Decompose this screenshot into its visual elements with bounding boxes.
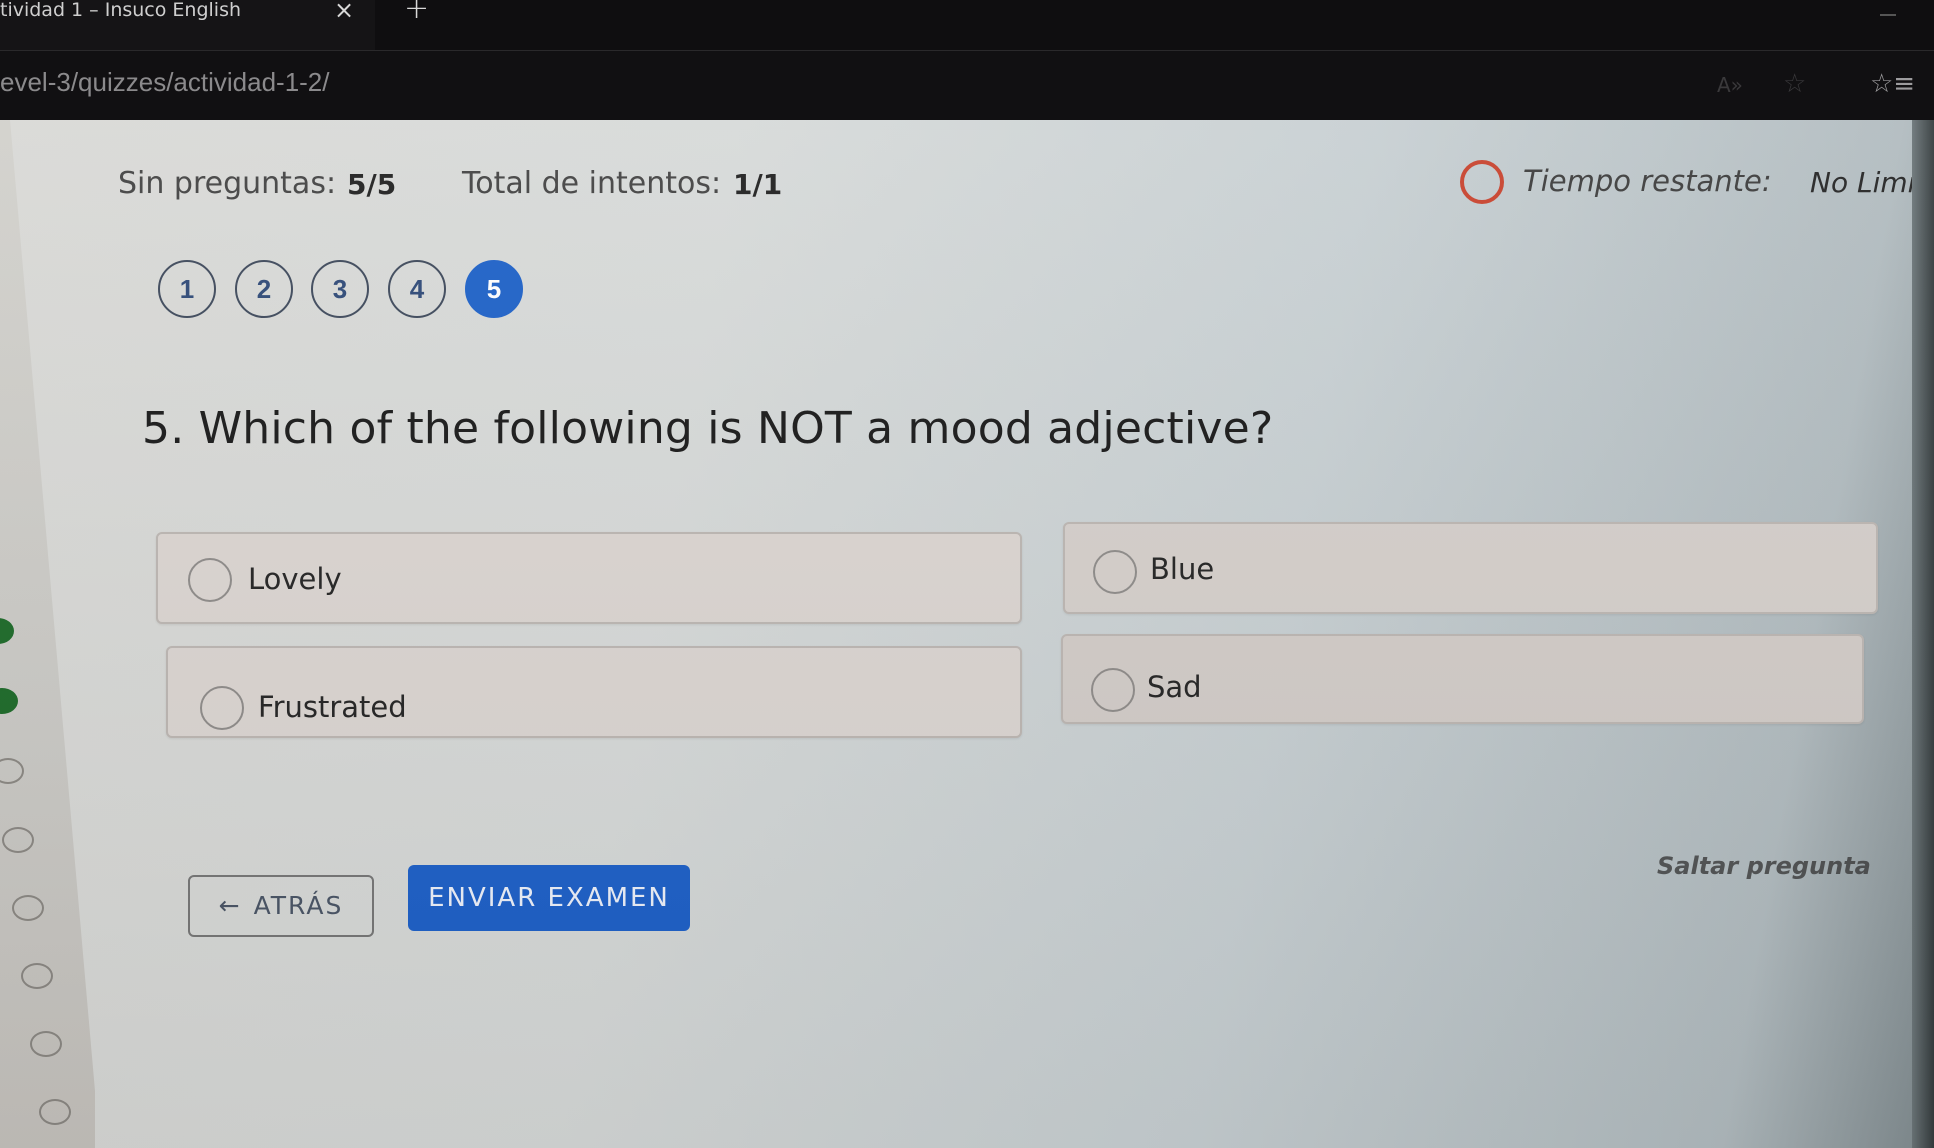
timer-label: Tiempo restante: [1523,164,1772,198]
sidebar-item-pending[interactable] [12,895,44,921]
answer-label: Lovely [248,562,342,596]
back-button[interactable]: ← ATRÁS [188,875,374,937]
tab-title: tividad 1 – Insuco English [0,0,242,21]
timer-icon [1460,160,1504,204]
question-nav-5[interactable]: 5 [465,260,523,318]
new-tab-icon[interactable]: + [404,0,429,24]
browser-tab[interactable]: tividad 1 – Insuco English × [0,0,375,50]
back-button-label: ATRÁS [253,891,344,920]
radio-button[interactable] [1093,550,1137,594]
question-nav-4[interactable]: 4 [388,260,446,318]
questions-value: 5/5 [347,168,397,201]
sidebar-item-completed[interactable] [0,618,14,644]
quiz-page: Sin preguntas: 5/5 Total de intentos: 1/… [0,120,1934,1148]
attempts-label: Total de intentos: [462,166,722,201]
radio-button[interactable] [1091,668,1135,712]
address-bar: evel-3/quizzes/actividad-1-2/ A» ☆ ☆≡ [0,50,1934,120]
lesson-sidebar [0,120,95,1148]
answer-label: Frustrated [258,690,407,724]
answer-option-lovely[interactable]: Lovely [156,532,1022,624]
submit-exam-button[interactable]: ENVIAR EXAMEN [408,865,690,931]
favorites-list-icon[interactable]: ☆≡ [1870,69,1915,99]
read-aloud-icon[interactable]: A» [1717,73,1743,97]
sidebar-item-completed[interactable] [0,688,18,714]
question-nav-3[interactable]: 3 [311,260,369,318]
arrow-left-icon: ← [218,891,242,920]
answer-option-frustrated[interactable]: Frustrated [166,646,1022,738]
radio-button[interactable] [200,686,244,730]
radio-button[interactable] [188,558,232,602]
url-field[interactable]: evel-3/quizzes/actividad-1-2/ [0,67,330,98]
answer-option-blue[interactable]: Blue [1063,522,1878,614]
answer-option-sad[interactable]: Sad [1061,634,1864,724]
question-text: 5. Which of the following is NOT a mood … [142,403,1274,454]
sidebar-item-pending[interactable] [21,963,53,989]
questions-label: Sin preguntas: [118,166,337,201]
timer-value: No Limit [1810,166,1927,199]
close-tab-icon[interactable]: × [334,0,354,22]
sidebar-item-pending[interactable] [0,758,24,784]
question-nav-1[interactable]: 1 [158,260,216,318]
sidebar-item-pending[interactable] [30,1031,62,1057]
favorite-star-icon[interactable]: ☆ [1783,69,1806,99]
answer-label: Sad [1147,670,1202,704]
sidebar-item-pending[interactable] [2,827,34,853]
sidebar-item-pending[interactable] [39,1099,71,1125]
skip-question-link[interactable]: Saltar pregunta [1657,852,1871,880]
minimize-icon[interactable] [1880,14,1896,16]
attempts-value: 1/1 [733,168,783,201]
question-nav-2[interactable]: 2 [235,260,293,318]
screen-bezel-edge [1912,120,1934,1148]
browser-tab-bar: tividad 1 – Insuco English × + [0,0,1934,50]
answer-label: Blue [1150,552,1215,586]
